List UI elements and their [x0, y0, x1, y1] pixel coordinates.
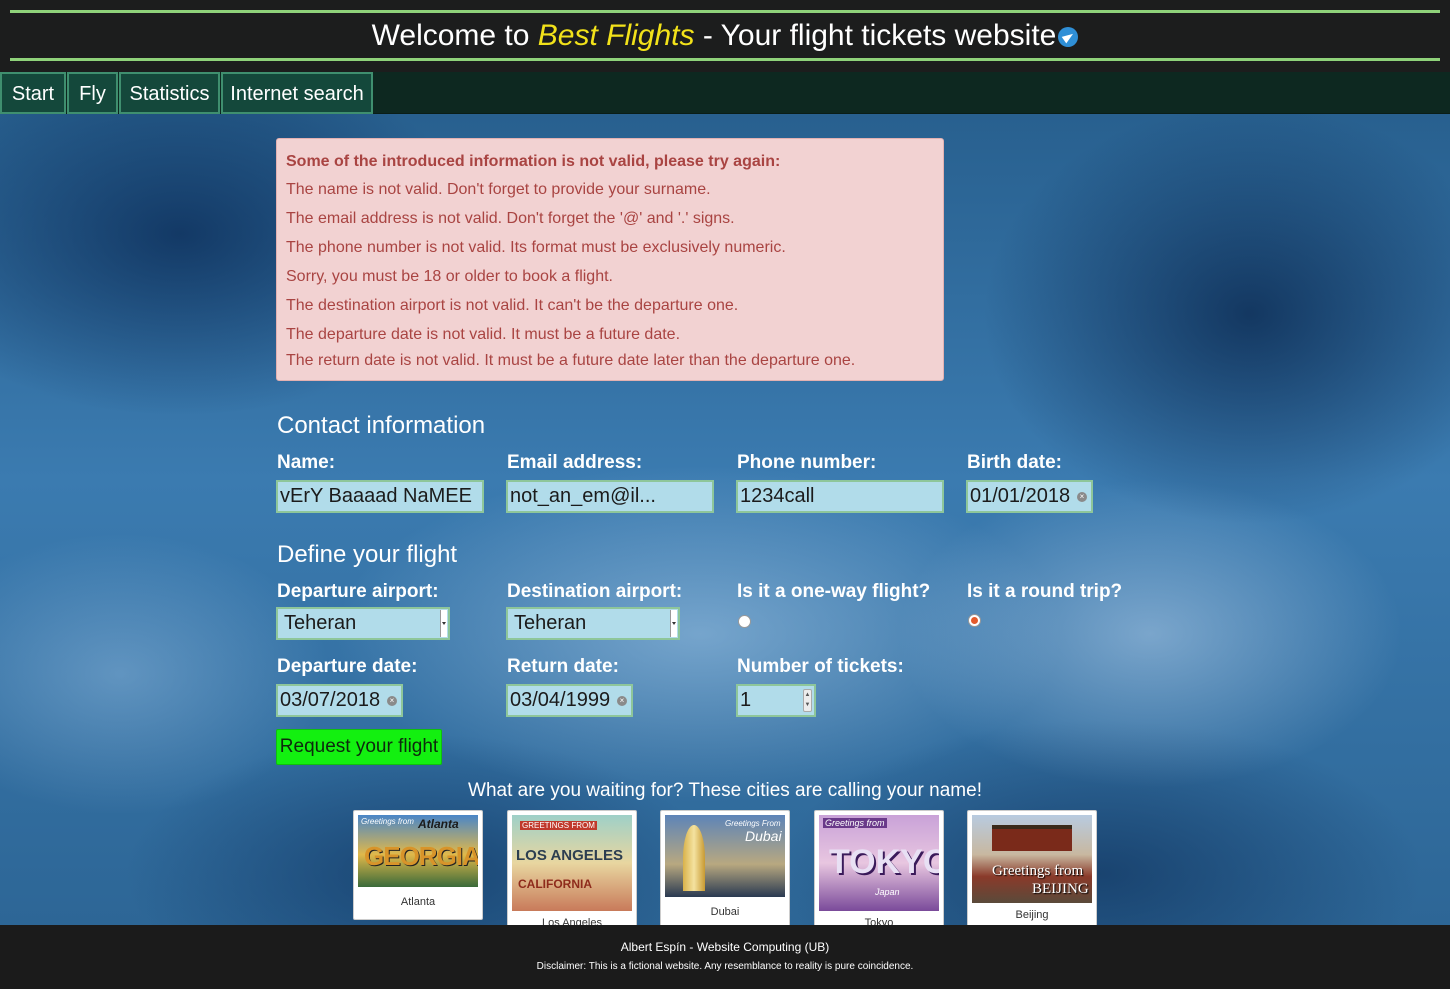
- departure-date-field[interactable]: 03/07/2018 ×: [276, 684, 403, 717]
- city-card-los-angeles[interactable]: GREETINGS FROM LOS ANGELES CALIFORNIA Lo…: [507, 810, 637, 930]
- atlanta-card-text-2: Atlanta: [418, 817, 459, 831]
- error-heading: Some of the introduced information is no…: [286, 153, 781, 170]
- promo-text: What are you waiting for? These cities a…: [468, 780, 982, 801]
- plane-icon: [1058, 27, 1079, 47]
- destination-airport-select[interactable]: Teheran: [506, 607, 680, 640]
- error-message-phone: The phone number is not valid. Its forma…: [286, 239, 786, 256]
- main-nav: Start Fly Statistics Internet search: [0, 72, 1450, 114]
- phone-field[interactable]: 1234call: [736, 480, 944, 513]
- brand-name: Best Flights: [537, 19, 695, 52]
- departure-airport-label: Departure airport:: [277, 581, 439, 602]
- one-way-label: Is it a one-way flight?: [737, 581, 931, 602]
- city-caption-atlanta: Atlanta: [400, 896, 436, 908]
- city-card-beijing[interactable]: Greetings from BEIJING Beijing: [967, 810, 1097, 930]
- atlanta-card-text-1: Greetings from: [361, 817, 414, 826]
- error-message-email: The email address is not valid. Don't fo…: [286, 210, 735, 227]
- phone-label: Phone number:: [737, 452, 877, 473]
- one-way-radio[interactable]: [738, 615, 751, 628]
- chevron-down-icon: [440, 610, 447, 637]
- error-message-return-date: The return date is not valid. It must be…: [286, 352, 856, 369]
- birth-date-field[interactable]: 01/01/2018 ×: [966, 480, 1093, 513]
- site-footer: Albert Espín - Website Computing (UB) Di…: [0, 925, 1450, 989]
- nav-item-statistics[interactable]: Statistics: [119, 72, 220, 114]
- stepper-arrows-icon[interactable]: ▲ ▼: [803, 689, 812, 712]
- clear-icon[interactable]: ×: [617, 696, 627, 706]
- birth-date-value: 01/01/2018: [970, 485, 1071, 507]
- birth-date-label: Birth date:: [967, 452, 1062, 473]
- return-date-field[interactable]: 03/04/1999 ×: [506, 684, 633, 717]
- footer-credit: Albert Espín - Website Computing (UB): [620, 940, 830, 954]
- la-card-text-2: LOS ANGELES: [516, 847, 623, 864]
- city-card-dubai[interactable]: Greetings From Dubai Dubai: [660, 810, 790, 930]
- tokyo-card-text-2: TOKYO: [829, 843, 939, 881]
- destination-airport-value: Teheran: [514, 612, 587, 634]
- beijing-postcard-image: Greetings from BEIJING: [972, 815, 1092, 903]
- departure-airport-value: Teheran: [284, 612, 357, 634]
- error-message-name: The name is not valid. Don't forget to p…: [286, 181, 711, 198]
- return-date-value: 03/04/1999: [510, 689, 611, 711]
- nav-item-start[interactable]: Start: [0, 72, 66, 114]
- email-field[interactable]: not_an_em@il...: [506, 480, 714, 513]
- tickets-stepper[interactable]: 1 ▲ ▼: [736, 684, 816, 717]
- flight-section-title: Define your flight: [277, 541, 458, 568]
- clear-icon[interactable]: ×: [387, 696, 397, 706]
- departure-date-value: 03/07/2018: [280, 689, 381, 711]
- header-top-rule: [10, 10, 1440, 13]
- city-card-atlanta[interactable]: Greetings from Atlanta GEORGIA Atlanta: [353, 810, 483, 920]
- tokyo-card-text-1: Greetings from: [823, 818, 887, 828]
- site-header: Welcome to Best Flights - Your flight ti…: [0, 0, 1450, 72]
- tickets-label: Number of tickets:: [737, 656, 904, 677]
- nav-item-internet-search[interactable]: Internet search: [221, 72, 373, 114]
- atlanta-postcard-image: Greetings from Atlanta GEORGIA: [358, 815, 478, 887]
- request-flight-button[interactable]: Request your flight: [276, 729, 442, 765]
- departure-airport-select[interactable]: Teheran: [276, 607, 450, 640]
- title-prefix: Welcome to: [371, 19, 538, 52]
- contact-section-title: Contact information: [277, 412, 486, 439]
- departure-date-label: Departure date:: [277, 656, 418, 677]
- return-date-label: Return date:: [507, 656, 619, 677]
- nav-item-fly[interactable]: Fly: [67, 72, 118, 114]
- email-label: Email address:: [507, 452, 643, 473]
- beijing-card-text-1: Greetings from: [992, 863, 1084, 879]
- error-message-departure-date: The departure date is not valid. It must…: [286, 326, 681, 343]
- beijing-card-text-2: BEIJING: [1032, 881, 1089, 897]
- beijing-gate-shape: [992, 825, 1072, 851]
- error-message-age: Sorry, you must be 18 or older to book a…: [286, 268, 613, 285]
- la-card-text-1: GREETINGS FROM: [520, 821, 597, 830]
- title-suffix: - Your flight tickets website: [694, 19, 1057, 52]
- round-trip-radio[interactable]: [968, 614, 981, 627]
- name-label: Name:: [277, 452, 336, 473]
- city-card-tokyo[interactable]: Greetings from TOKYO Japan Tokyo: [814, 810, 944, 930]
- round-trip-label: Is it a round trip?: [967, 581, 1123, 602]
- dubai-postcard-image: Greetings From Dubai: [665, 815, 785, 897]
- header-bottom-rule: [10, 58, 1440, 61]
- dubai-tower-shape: [683, 825, 705, 891]
- clear-icon[interactable]: ×: [1077, 492, 1087, 502]
- chevron-down-icon: [670, 610, 677, 637]
- tokyo-card-text-3: Japan: [875, 887, 900, 897]
- destination-airport-label: Destination airport:: [507, 581, 683, 602]
- city-caption-dubai: Dubai: [710, 906, 740, 918]
- site-title: Welcome to Best Flights - Your flight ti…: [0, 18, 1450, 54]
- los-angeles-postcard-image: GREETINGS FROM LOS ANGELES CALIFORNIA: [512, 815, 632, 911]
- dubai-card-text-2: Dubai: [745, 828, 782, 844]
- tokyo-postcard-image: Greetings from TOKYO Japan: [819, 815, 939, 911]
- name-field[interactable]: vErY Baaaad NaMEE: [276, 480, 484, 513]
- atlanta-card-text-3: GEORGIA: [364, 841, 478, 871]
- dubai-card-text-1: Greetings From: [725, 819, 781, 828]
- city-caption-beijing: Beijing: [1015, 909, 1049, 921]
- validation-error-box: Some of the introduced information is no…: [276, 138, 944, 381]
- error-message-destination: The destination airport is not valid. It…: [286, 297, 739, 314]
- footer-disclaimer: Disclaimer: This is a fictional website.…: [536, 961, 914, 972]
- tickets-value: 1: [740, 689, 752, 711]
- la-card-text-3: CALIFORNIA: [518, 877, 592, 891]
